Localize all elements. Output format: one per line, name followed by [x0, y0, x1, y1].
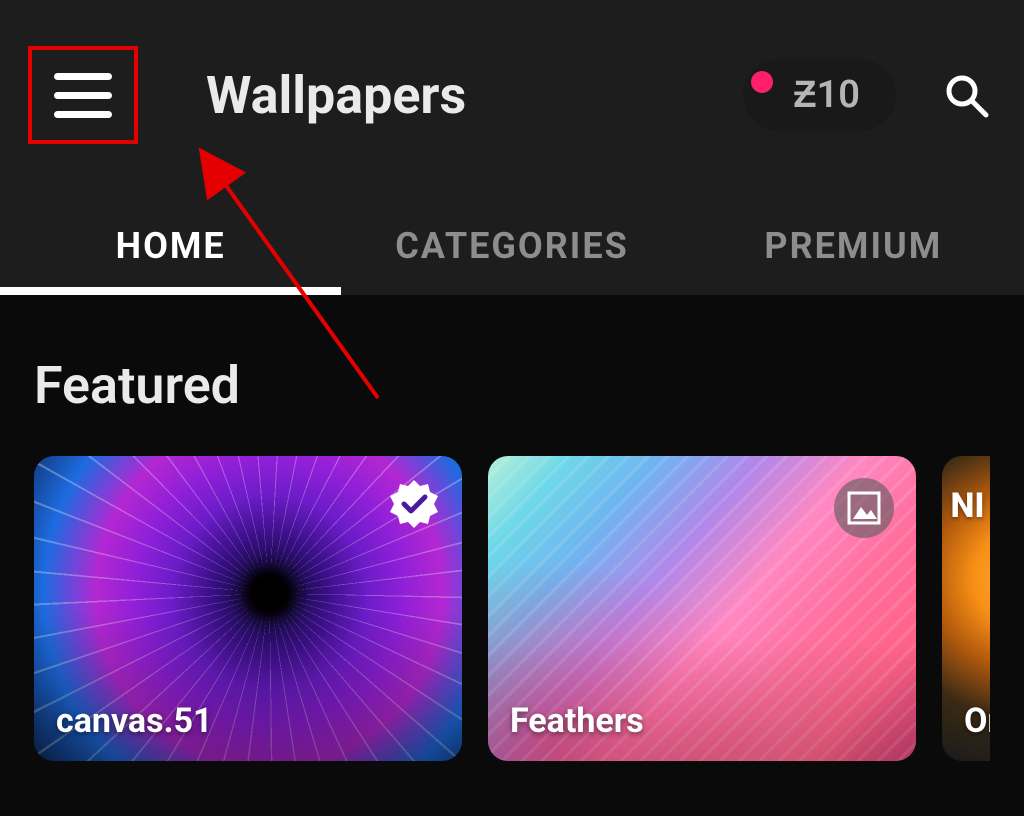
tabs: HOME CATEGORIES PREMIUM	[0, 160, 1024, 295]
image-badge-icon	[834, 478, 894, 538]
card-feathers[interactable]: Feathers	[488, 456, 916, 761]
search-icon	[942, 71, 990, 119]
tab-categories[interactable]: CATEGORIES	[341, 225, 682, 295]
verified-badge-icon	[388, 478, 440, 530]
credits-pill[interactable]: Ƶ10	[743, 59, 896, 131]
hamburger-icon	[54, 73, 112, 118]
menu-button[interactable]	[28, 46, 138, 144]
search-button[interactable]	[936, 65, 996, 125]
header-row: Wallpapers Ƶ10	[0, 0, 1024, 160]
credits-label: Ƶ10	[793, 73, 860, 117]
notification-dot-icon	[751, 71, 773, 93]
card-canvas51[interactable]: canvas.51	[34, 456, 462, 761]
tab-home[interactable]: HOME	[0, 225, 341, 295]
card-label: Feathers	[510, 701, 644, 741]
card-partial[interactable]: NI One	[942, 456, 990, 761]
section-title: Featured	[34, 355, 990, 416]
card-label: canvas.51	[56, 701, 212, 741]
featured-cards: canvas.51 Feathers NI One	[34, 456, 990, 761]
featured-section: Featured canvas.51 Feathers	[0, 295, 1024, 761]
tab-premium[interactable]: PREMIUM	[683, 225, 1024, 295]
card-label: One	[964, 701, 990, 741]
new-badge-icon: NI	[942, 486, 985, 526]
top-bar: Wallpapers Ƶ10 HOME CATEGORIES PREMIUM	[0, 0, 1024, 295]
page-title: Wallpapers	[206, 65, 466, 126]
